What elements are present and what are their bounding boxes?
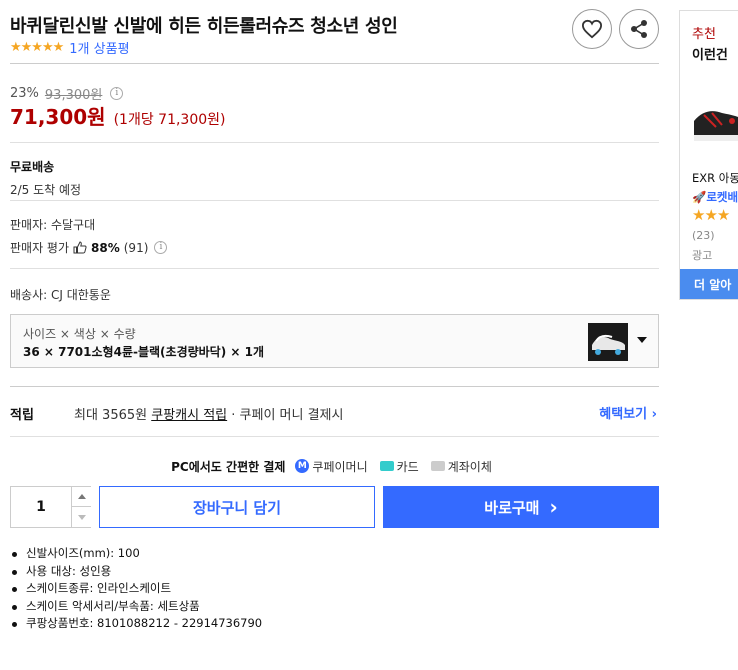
cash-text: 최대 3565원 쿠팡캐시 적립 · 쿠페이 머니 결제시: [74, 404, 343, 423]
list-item: 신발사이즈(mm): 100: [10, 545, 262, 563]
quantity-decrease-button[interactable]: [71, 507, 91, 527]
reco-review-count: (23): [692, 229, 715, 242]
buy-now-label: 바로구매: [484, 498, 540, 517]
recommendation-panel: 추천 이런건 EXR 아동 🚀로켓배 ★★★ (23) 광고 더 알아: [679, 10, 738, 300]
payment-title: PC에서도 간편한 결제: [171, 459, 286, 474]
seller-info-icon[interactable]: i: [154, 241, 168, 254]
payment-card: 카드: [379, 458, 419, 475]
rating: ★★★★★ 1개 상품평: [10, 38, 130, 57]
product-main: 바퀴달린신발 신발에 히든 히든롤러슈즈 청소년 성인 ★★★★★ 1개 상품평: [10, 0, 659, 64]
quantity-input[interactable]: [11, 487, 71, 527]
seller-name: 판매자: 수달구대: [10, 218, 96, 232]
cash-reward-row: 적립 최대 3565원 쿠팡캐시 적립 · 쿠페이 머니 결제시 혜택보기 ›: [10, 386, 659, 437]
discount-rate: 23%: [10, 86, 39, 101]
seller-block: 판매자: 수달구대 판매자 평가 88% (91) i: [10, 216, 168, 256]
product-title: 바퀴달린신발 신발에 히든 히든롤러슈즈 청소년 성인: [10, 16, 398, 37]
wishlist-button[interactable]: [572, 9, 612, 49]
divider: [10, 200, 659, 201]
quantity-increase-button[interactable]: [71, 487, 91, 507]
chevron-down-icon: [637, 337, 647, 343]
reco-item-name[interactable]: EXR 아동: [692, 170, 738, 186]
list-item: 사용 대상: 성인용: [10, 563, 262, 581]
reco-product-image[interactable]: [692, 81, 738, 161]
payment-coupay-label: 쿠페이머니: [312, 459, 368, 474]
reco-stars: ★★★: [692, 206, 730, 224]
cash-label: 적립: [10, 408, 34, 423]
payment-methods: PC에서도 간편한 결제 M 쿠페이머니 카드 계좌이체: [10, 456, 659, 476]
seller-rating-count: (91): [123, 240, 149, 255]
rocket-delivery-badge: 🚀로켓배: [692, 190, 738, 204]
payment-bank-label: 계좌이체: [447, 459, 492, 474]
buy-now-button[interactable]: 바로구매 ›: [383, 486, 659, 528]
benefit-link[interactable]: 혜택보기 ›: [599, 403, 657, 422]
info-icon[interactable]: i: [110, 87, 124, 100]
list-item: 스케이트종류: 인라인스케이트: [10, 580, 262, 598]
option-selector[interactable]: 사이즈 × 색상 × 수량 36 × 7701소형4륜-블랙(초경량바닥) × …: [10, 314, 659, 368]
unit-price: (1개당 71,300원): [113, 112, 226, 128]
ad-label: 광고: [692, 249, 713, 262]
sale-price-row: 71,300원 (1개당 71,300원): [10, 101, 226, 130]
learn-more-button[interactable]: 더 알아: [680, 269, 738, 299]
option-label: 사이즈 × 색상 × 수량: [23, 327, 136, 341]
seller-rating-label: 판매자 평가: [10, 241, 70, 255]
payment-bank: 계좌이체: [430, 458, 492, 475]
carrier-label: 배송사: CJ 대한통운: [10, 288, 111, 302]
share-icon: [631, 20, 647, 38]
list-item: 쿠팡상품번호: 8101088212 - 22914736790: [10, 615, 262, 633]
option-value: 36 × 7701소형4륜-블랙(초경량바닥) × 1개: [23, 345, 265, 359]
sale-price: 71,300원: [10, 105, 106, 129]
option-thumbnail: [588, 323, 628, 361]
payment-card-label: 카드: [396, 459, 419, 474]
coupang-cash-link[interactable]: 쿠팡캐시 적립: [151, 408, 227, 423]
quantity-stepper: [10, 486, 91, 528]
card-icon: [379, 461, 394, 471]
reco-label: 추천: [692, 27, 716, 42]
rating-stars: ★★★★★: [10, 40, 64, 55]
payment-coupay: M 쿠페이머니: [295, 458, 368, 475]
cash-suffix: · 쿠페이 머니 결제시: [227, 408, 344, 423]
coupay-icon: M: [295, 459, 310, 473]
shipping-block: 무료배송 2/5 도착 예정: [10, 158, 81, 198]
chevron-down-icon: [77, 514, 86, 520]
seller-rating-value: 88%: [91, 240, 120, 255]
arrival-date: 2/5 도착 예정: [10, 183, 82, 197]
bank-icon: [430, 461, 445, 471]
chevron-up-icon: [77, 494, 86, 499]
divider: [10, 142, 659, 143]
thumbs-up-icon: [73, 241, 87, 254]
shipping-type: 무료배송: [10, 160, 55, 174]
divider: [10, 268, 659, 269]
heart-icon: [581, 19, 603, 39]
share-button[interactable]: [619, 9, 659, 49]
list-item: 스케이트 악세서리/부속품: 세트상품: [10, 598, 262, 616]
add-to-cart-button[interactable]: 장바구니 담기: [99, 486, 375, 528]
seller-rating: 판매자 평가 88% (91) i: [10, 239, 168, 256]
chevron-right-icon: ›: [549, 495, 558, 519]
reco-title: 이런건: [692, 48, 728, 63]
spec-list: 신발사이즈(mm): 100 사용 대상: 성인용 스케이트종류: 인라인스케이…: [10, 545, 262, 633]
review-count-link[interactable]: 1개 상품평: [69, 38, 129, 57]
title-header: 바퀴달린신발 신발에 히든 히든롤러슈즈 청소년 성인 ★★★★★ 1개 상품평: [10, 0, 659, 64]
cash-prefix: 최대 3565원: [74, 408, 152, 423]
